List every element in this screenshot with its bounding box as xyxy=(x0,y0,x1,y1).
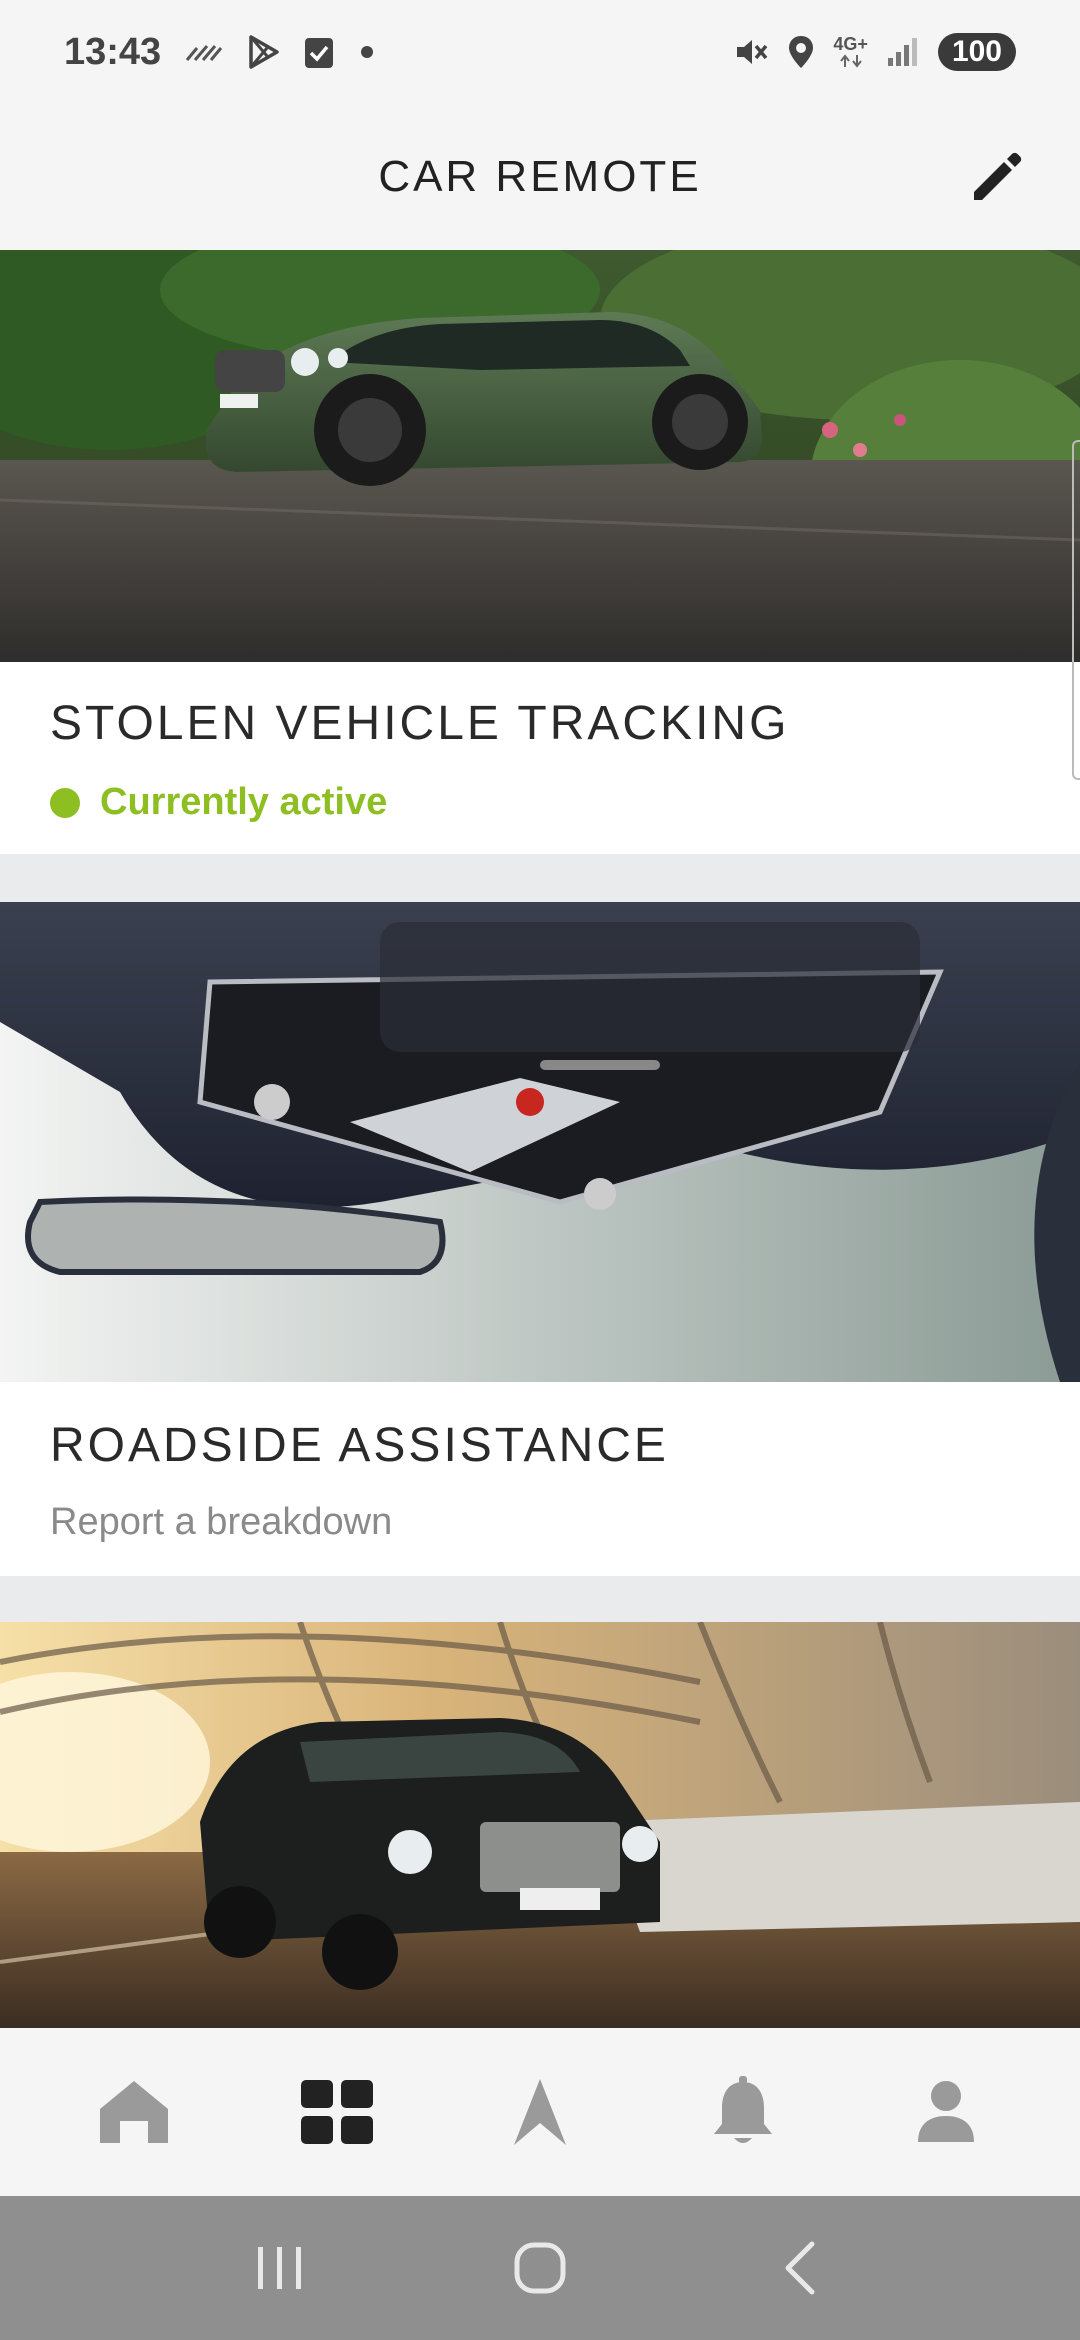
location-icon xyxy=(787,34,815,70)
navigation-icon xyxy=(513,2079,566,2145)
roadside-assistance-card[interactable]: ROADSIDE ASSISTANCE Report a breakdown xyxy=(0,902,1080,1576)
promo-card[interactable] xyxy=(0,1622,1080,2028)
status-dot xyxy=(50,787,80,818)
checkbox-icon xyxy=(303,34,335,70)
card-title: ROADSIDE ASSISTANCE xyxy=(50,1419,669,1472)
status-bar: 13:43 4G+ 100 xyxy=(0,0,1080,104)
scroll-indicator[interactable] xyxy=(1072,440,1080,780)
card-title: STOLEN VEHICLE TRACKING xyxy=(50,697,790,750)
card-subtitle: Report a breakdown xyxy=(50,1501,1030,1544)
home-circle-icon xyxy=(514,2242,566,2294)
back-icon xyxy=(785,2241,815,2295)
black-suv-image xyxy=(0,1622,1080,2028)
nav-notifications[interactable] xyxy=(683,2052,803,2172)
dot-icon xyxy=(357,42,377,62)
status-time: 13:43 xyxy=(64,30,162,73)
mute-icon xyxy=(733,34,769,70)
subtitle-text: Report a breakdown xyxy=(50,1501,393,1543)
network-type: 4G+ xyxy=(833,35,868,69)
nav-home[interactable] xyxy=(74,2052,194,2172)
bottom-nav xyxy=(0,2028,1080,2196)
wifi-off-icon xyxy=(183,38,223,66)
home-system-button[interactable] xyxy=(485,2213,595,2323)
nav-profile[interactable] xyxy=(886,2052,1006,2172)
stolen-vehicle-tracking-card[interactable]: STOLEN VEHICLE TRACKING Currently active xyxy=(0,250,1080,854)
status-text: Currently active xyxy=(100,781,388,823)
license-plate xyxy=(520,1888,600,1910)
status-right: 4G+ 100 xyxy=(733,33,1016,71)
recents-button[interactable] xyxy=(225,2213,335,2323)
card-body: ROADSIDE ASSISTANCE Report a breakdown xyxy=(0,1382,1080,1544)
home-icon xyxy=(99,2081,168,2143)
grid-icon xyxy=(300,2080,373,2144)
signal-icon xyxy=(886,36,920,68)
profile-icon xyxy=(918,2081,975,2142)
page-title: CAR REMOTE xyxy=(378,152,702,201)
status-left: 13:43 xyxy=(64,31,377,74)
bell-icon xyxy=(714,2076,773,2143)
battery-level: 100 xyxy=(937,33,1016,71)
recents-icon xyxy=(258,2247,301,2289)
card-body: STOLEN VEHICLE TRACKING Currently active xyxy=(0,662,1080,824)
green-suv-image xyxy=(0,250,1080,662)
status-row: Currently active xyxy=(50,781,1030,824)
license-plate xyxy=(220,394,258,408)
nav-navigation[interactable] xyxy=(480,2052,600,2172)
play-store-icon xyxy=(245,34,281,70)
app-bar: CAR REMOTE xyxy=(0,104,1080,250)
nav-dashboard[interactable] xyxy=(277,2052,397,2172)
pencil-icon xyxy=(974,152,1022,200)
overhead-console-image xyxy=(0,902,1080,1382)
system-nav-bar xyxy=(0,2196,1080,2340)
back-button[interactable] xyxy=(745,2213,855,2323)
edit-button[interactable] xyxy=(952,132,1042,222)
